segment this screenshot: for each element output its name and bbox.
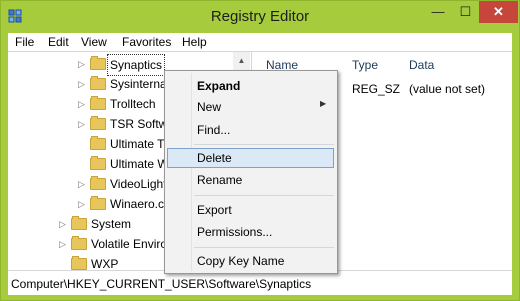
tree-item-label: System (91, 217, 132, 231)
folder-icon (90, 116, 106, 130)
tree-item-label: Trolltech (110, 97, 156, 111)
folder-icon (90, 136, 106, 150)
menu-item-new[interactable]: New (197, 97, 221, 117)
menu-item-rename[interactable]: Rename (197, 170, 242, 190)
folder-icon (90, 56, 106, 70)
menu-view[interactable]: View (81, 35, 107, 49)
menu-file[interactable]: File (15, 35, 34, 49)
menu-item-delete[interactable]: Delete (197, 148, 232, 168)
submenu-arrow-icon: ▶ (320, 99, 327, 108)
tree-item-label: WXP (91, 257, 119, 271)
menu-bar: File Edit View Favorites Help (8, 33, 512, 51)
menu-separator (194, 247, 334, 248)
menu-item-copy-key-name[interactable]: Copy Key Name (197, 251, 284, 271)
menu-item-find[interactable]: Find... (197, 120, 230, 140)
value-type[interactable]: REG_SZ (352, 82, 400, 96)
menu-edit[interactable]: Edit (48, 35, 69, 49)
menu-separator (194, 144, 334, 145)
menu-help[interactable]: Help (182, 35, 207, 49)
title-bar[interactable]: Registry Editor — ☐ ✕ (1, 1, 519, 33)
minimize-button[interactable]: — (424, 1, 452, 23)
folder-icon (90, 96, 106, 110)
folder-icon (71, 236, 87, 250)
scroll-up-icon[interactable]: ▲ (233, 52, 250, 69)
folder-icon (90, 76, 106, 90)
expand-arrow-icon[interactable]: ▷ (78, 54, 88, 74)
menu-separator (194, 195, 334, 196)
value-data[interactable]: (value not set) (409, 82, 485, 96)
expand-arrow-icon[interactable]: ▷ (59, 214, 69, 234)
status-path: Computer\HKEY_CURRENT_USER\Software\Syna… (11, 277, 312, 291)
expand-arrow-icon[interactable]: ▷ (78, 94, 88, 114)
expand-arrow-icon[interactable]: ▷ (78, 74, 88, 94)
expand-arrow-icon[interactable]: ▷ (78, 174, 88, 194)
registry-editor-window: Registry Editor — ☐ ✕ File Edit View Fav… (0, 0, 520, 301)
expand-arrow-icon[interactable]: ▷ (59, 234, 69, 254)
folder-icon (90, 196, 106, 210)
column-header-data[interactable]: Data (409, 58, 434, 72)
close-button[interactable]: ✕ (479, 1, 518, 23)
menu-item-expand[interactable]: Expand (197, 76, 240, 96)
menu-item-export[interactable]: Export (197, 200, 232, 220)
folder-icon (90, 176, 106, 190)
context-menu: Expand New ▶ Find... Delete Rename Expor… (164, 70, 338, 274)
column-header-type[interactable]: Type (352, 58, 378, 72)
expand-arrow-icon[interactable]: ▷ (78, 194, 88, 214)
expand-arrow-icon[interactable]: ▷ (78, 114, 88, 134)
folder-icon (71, 216, 87, 230)
menu-gutter (191, 73, 192, 271)
folder-icon (90, 156, 106, 170)
menu-favorites[interactable]: Favorites (122, 35, 171, 49)
maximize-button[interactable]: ☐ (452, 1, 479, 23)
tree-item-label: Synaptics (107, 54, 166, 76)
menu-highlight (167, 148, 334, 168)
menu-item-permissions[interactable]: Permissions... (197, 222, 272, 242)
folder-icon (71, 256, 87, 270)
